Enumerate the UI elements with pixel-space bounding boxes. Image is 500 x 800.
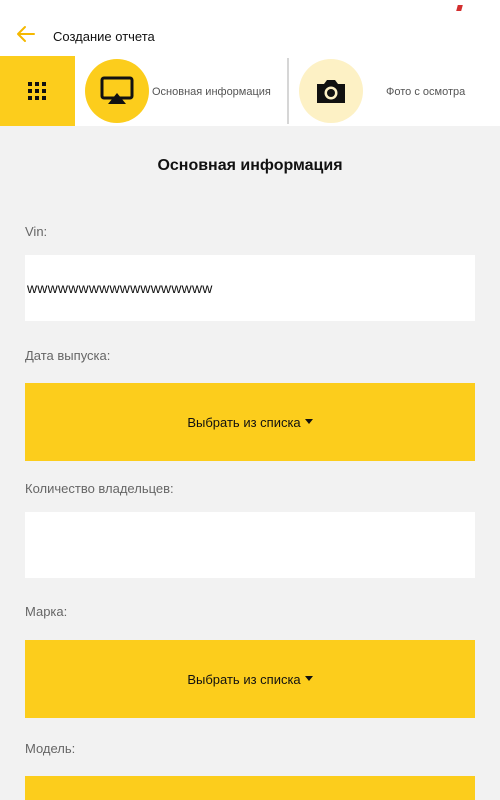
select-label: Выбрать из списка xyxy=(187,671,301,687)
grid-menu-icon xyxy=(28,82,46,100)
model-label: Модель: xyxy=(25,741,76,756)
arrow-left-icon[interactable] xyxy=(14,22,38,46)
airplay-screen-icon xyxy=(100,76,134,104)
section-title: Основная информация xyxy=(157,157,343,174)
caret-down-icon xyxy=(304,418,313,424)
tab-strip: Основная информация Фото с осмотра xyxy=(0,56,500,126)
caret-down-icon xyxy=(304,675,313,681)
form-content: Основная информация Vin: Дата выпуска: В… xyxy=(0,126,500,800)
menu-button[interactable] xyxy=(0,56,75,126)
brand-label: Марка: xyxy=(25,604,68,619)
release-date-label: Дата выпуска: xyxy=(25,348,111,363)
owners-count-label: Количество владельцев: xyxy=(25,481,174,496)
release-date-select[interactable]: Выбрать из списка xyxy=(25,383,475,461)
select-label: Выбрать из списка xyxy=(187,414,301,430)
status-indicator xyxy=(456,5,463,11)
brand-select[interactable]: Выбрать из списка xyxy=(25,640,475,718)
tab-icon-circle xyxy=(299,59,363,123)
tab-icon-circle xyxy=(85,59,149,123)
vin-input[interactable] xyxy=(25,255,475,321)
app-bar: Создание отчета xyxy=(0,0,500,56)
model-select[interactable] xyxy=(25,776,475,800)
page-title: Создание отчета xyxy=(53,29,155,44)
tab-label: Основная информация xyxy=(152,86,271,98)
camera-icon xyxy=(317,80,345,103)
tab-basic-info[interactable]: Основная информация xyxy=(75,56,287,126)
tab-inspection-photos[interactable]: Фото с осмотра xyxy=(289,56,500,126)
owners-count-input[interactable] xyxy=(25,512,475,578)
vin-label: Vin: xyxy=(25,224,48,239)
tab-label: Фото с осмотра xyxy=(386,86,466,98)
